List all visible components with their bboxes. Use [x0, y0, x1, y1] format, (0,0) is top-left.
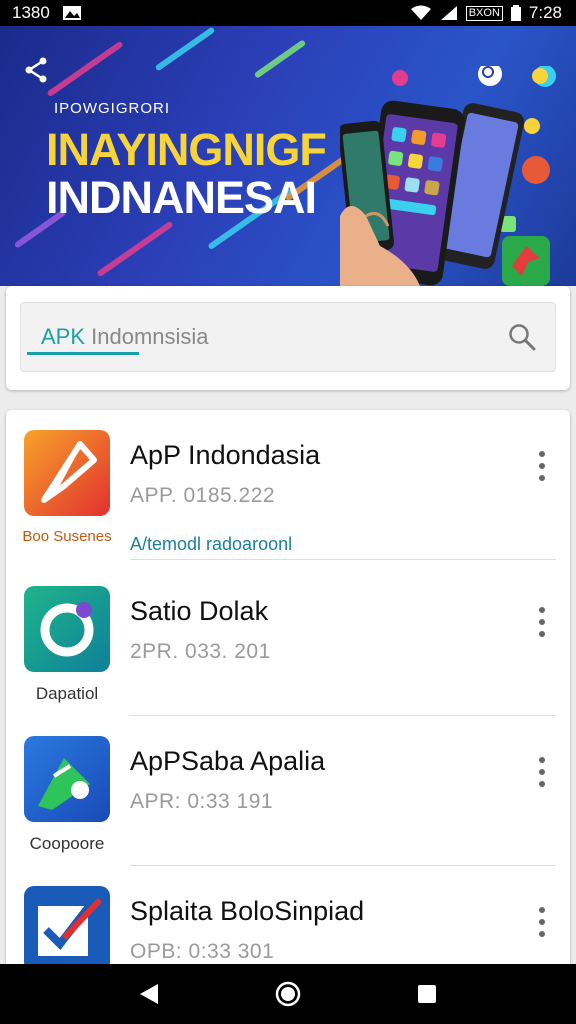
decor-streak — [46, 40, 124, 98]
tag-icon — [24, 736, 110, 822]
list-item[interactable]: Boo Susenes ApP Indondasia APP. 0185.222… — [6, 410, 570, 560]
app-list: Boo Susenes ApP Indondasia APP. 0185.222… — [6, 410, 570, 970]
banner-title: INAYINGNIGF INDNANESAI — [46, 124, 327, 223]
signal-icon — [440, 6, 457, 20]
more-options-button[interactable] — [530, 754, 554, 790]
app-title: ApP Indondasia — [130, 440, 321, 470]
wifi-icon — [410, 5, 431, 20]
share-icon — [25, 57, 47, 83]
app-title: Satio Dolak — [130, 596, 269, 626]
recents-icon — [417, 985, 436, 1003]
decor-streak — [154, 26, 216, 72]
search-query-text: Indomnsisia — [91, 324, 209, 349]
app-caption: Coopoore — [29, 834, 105, 853]
app-subtitle: APR: 0:33 191 — [130, 790, 274, 813]
app-icon-ring — [24, 586, 110, 672]
status-time-left: 1380 — [12, 3, 50, 22]
list-item[interactable]: Coopoore ApPSaba Apalia APR: 0:33 191 — [6, 716, 570, 866]
navigation-bar — [0, 964, 576, 1024]
decor-streak — [96, 220, 174, 278]
search-query-accent: APK — [41, 324, 86, 349]
recents-button[interactable] — [407, 974, 447, 1014]
app-subtitle: 2PR. 033. 201 — [130, 640, 271, 663]
status-bar: 1380 BXON 7:28 — [0, 0, 576, 26]
app-caption: Dapatiol — [35, 684, 99, 703]
back-button[interactable] — [129, 974, 169, 1014]
more-options-button[interactable] — [530, 904, 554, 940]
status-time-right: 7:28 — [528, 3, 562, 22]
banner-kicker: IPOWGIGRORI — [54, 100, 170, 117]
more-vert-icon — [539, 907, 545, 913]
search-query: APK Indomnsisia — [41, 324, 507, 350]
app-title: ApPSaba Apalia — [130, 746, 326, 776]
decor-streak — [253, 39, 307, 79]
photo-notification-icon — [62, 6, 81, 20]
more-options-button[interactable] — [530, 448, 554, 484]
search-focus-underline — [27, 352, 139, 355]
banner-title-line2: INDNANESAI — [46, 172, 317, 223]
app-icon-check — [24, 886, 110, 970]
more-vert-icon — [539, 451, 545, 457]
more-options-button[interactable] — [530, 604, 554, 640]
search-icon[interactable] — [507, 322, 537, 352]
app-subtitle: APP. 0185.222 — [130, 484, 276, 507]
list-item[interactable]: Dapatiol Satio Dolak 2PR. 033. 201 — [6, 566, 570, 716]
search-input[interactable]: APK Indomnsisia — [20, 302, 556, 372]
more-vert-icon — [539, 757, 545, 763]
list-item[interactable]: Splaita BoloSinpiad OPB: 0:33 301 — [6, 866, 570, 970]
share-button[interactable] — [18, 52, 54, 88]
app-caption: Boo Susenes — [22, 528, 112, 545]
app-icon-tag — [24, 736, 110, 822]
app-link-text[interactable]: A/temodl radoaroonl — [130, 534, 292, 555]
divider — [130, 559, 556, 560]
home-icon — [275, 981, 301, 1007]
app-icon-kite — [24, 430, 110, 516]
battery-indicator: BXON — [465, 5, 503, 21]
kite-icon — [24, 430, 110, 516]
home-button[interactable] — [268, 974, 308, 1014]
search-card: APK Indomnsisia — [6, 286, 570, 390]
more-vert-icon — [539, 607, 545, 613]
app-subtitle: OPB: 0:33 301 — [130, 940, 275, 963]
battery-icon — [510, 5, 521, 21]
ring-icon — [24, 586, 110, 672]
banner-title-line1: INAYINGNIGF — [46, 124, 327, 175]
back-icon — [140, 984, 159, 1004]
app-title: Splaita BoloSinpiad — [130, 896, 365, 926]
phones-illustration — [340, 66, 556, 286]
check-icon — [24, 886, 110, 970]
promo-banner[interactable]: IPOWGIGRORI INAYINGNIGF INDNANESAI — [0, 26, 576, 286]
